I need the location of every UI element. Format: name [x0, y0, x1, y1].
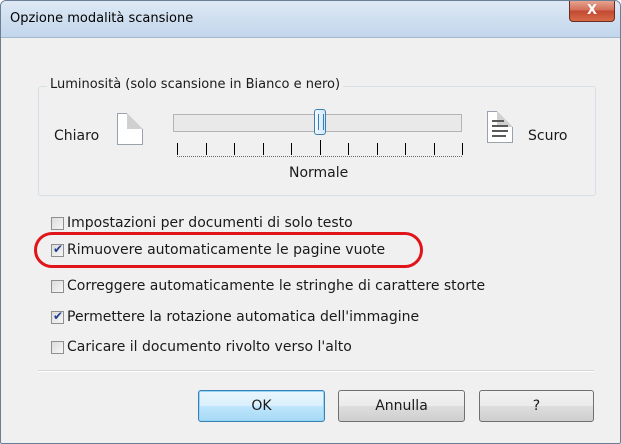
ok-button[interactable]: OK [198, 390, 325, 422]
brightness-group-label: Luminosità (solo scansione in Bianco e n… [47, 77, 344, 92]
brightness-slider-thumb[interactable] [314, 109, 326, 135]
option-text-only-documents[interactable]: Impostazioni per documenti di solo testo [51, 214, 353, 232]
normal-label: Normale [289, 165, 349, 181]
dark-label: Scuro [528, 128, 568, 144]
option-deskew-text[interactable]: Correggere automaticamente le stringhe d… [51, 277, 485, 295]
checkbox[interactable] [51, 216, 64, 230]
close-icon: X [586, 3, 598, 18]
option-label: Permettere la rotazione automatica dell'… [67, 309, 420, 325]
slider-tick [177, 143, 178, 155]
slider-tick [462, 143, 463, 155]
blank-document-icon [117, 113, 143, 145]
slider-tick [206, 143, 207, 155]
brightness-slider-tick-baseline [177, 156, 463, 157]
option-label: Impostazioni per documenti di solo testo [67, 215, 353, 231]
close-button[interactable]: X [569, 1, 615, 22]
slider-tick [320, 140, 321, 155]
window-title: Opzione modalità scansione [10, 11, 194, 26]
slider-tick [234, 143, 235, 155]
checkbox[interactable] [51, 279, 64, 293]
highlight-annotation [34, 232, 423, 268]
option-auto-rotation[interactable]: Permettere la rotazione automatica dell'… [51, 308, 419, 326]
option-label: Caricare il documento rivolto verso l'al… [67, 339, 352, 355]
slider-tick [377, 143, 378, 155]
option-label: Correggere automaticamente le stringhe d… [67, 278, 486, 294]
slider-tick [405, 143, 406, 155]
slider-tick [434, 143, 435, 155]
slider-tick [263, 143, 264, 155]
text-document-icon [487, 111, 513, 143]
slider-tick [291, 143, 292, 155]
option-face-up-loading[interactable]: Caricare il documento rivolto verso l'al… [51, 338, 352, 356]
light-label: Chiaro [54, 128, 100, 144]
checkbox[interactable] [51, 309, 64, 324]
help-button[interactable]: ? [479, 390, 594, 422]
slider-tick [348, 143, 349, 155]
title-bar[interactable]: Opzione modalità scansione X [1, 1, 620, 38]
brightness-slider-ticks [177, 140, 463, 157]
cancel-button[interactable]: Annulla [338, 390, 465, 422]
checkbox[interactable] [51, 340, 64, 354]
dialog-window: Opzione modalità scansione X Luminosità … [0, 0, 621, 444]
separator [38, 370, 594, 372]
